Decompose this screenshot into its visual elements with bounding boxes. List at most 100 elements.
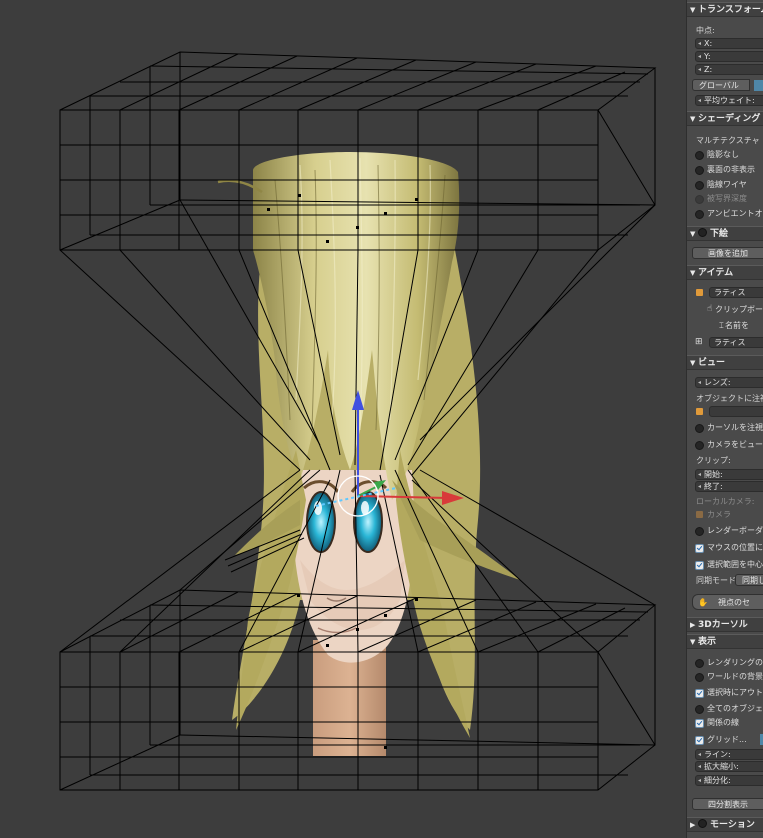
quad-view-button[interactable]: 四分割表示 xyxy=(692,798,763,810)
only-render-row[interactable]: レンダリングのみ xyxy=(687,656,763,669)
chevron-left-icon[interactable]: ◂ xyxy=(698,65,701,75)
data-name-field[interactable]: ラティス xyxy=(709,337,763,348)
shading-mode-row[interactable]: マルチテクスチャ xyxy=(687,134,763,147)
data-name-row[interactable]: ⊞ ラティス xyxy=(687,336,763,349)
viewpoint-button[interactable]: ✋ 視点のセ xyxy=(692,594,763,610)
world-background-label: ワールドの背景 xyxy=(707,672,763,681)
cursor-panel-header[interactable]: ▶ 3Dカーソル xyxy=(687,617,763,632)
collapse-down-icon: ▼ xyxy=(690,359,696,367)
render-border-row[interactable]: レンダーボーダー xyxy=(687,524,763,537)
outline-selected-checkbox[interactable] xyxy=(695,689,704,698)
properties-panel[interactable]: ▼ トランスフォーム 中点: ◂ X: ◂ Y: ◂ Z: グローバル ◂ 平均ウェイト:… xyxy=(686,0,763,838)
median-z-row[interactable]: ◂ Z: xyxy=(687,63,763,76)
render-border-checkbox[interactable] xyxy=(695,527,704,536)
rename-row[interactable]: ⌶ 名前を xyxy=(687,319,763,332)
lock-object-field-row[interactable] xyxy=(687,405,763,418)
local-toggle-button[interactable] xyxy=(754,80,763,91)
rename-label[interactable]: 名前を xyxy=(725,319,749,332)
sync-mode-row[interactable]: 同期モード 同期し xyxy=(687,574,763,587)
rotate-selection-label: 選択範囲を中心 xyxy=(707,560,763,569)
median-z-field[interactable]: ◂ Z: xyxy=(695,64,763,75)
item-panel-header[interactable]: ▼ アイテム xyxy=(687,265,763,280)
backface-culling-checkbox[interactable] xyxy=(695,166,704,175)
view-panel-header[interactable]: ▼ ビュー xyxy=(687,355,763,370)
global-toggle-button[interactable]: グローバル xyxy=(692,79,750,91)
display-panel-header[interactable]: ▼ 表示 xyxy=(687,634,763,649)
chevron-left-icon[interactable]: ◂ xyxy=(698,96,701,106)
relationship-lines-row[interactable]: 関係の線 xyxy=(687,716,763,729)
object-name-field[interactable]: ラティス xyxy=(709,287,763,298)
chevron-left-icon[interactable]: ◂ xyxy=(698,750,701,760)
lock-camera-checkbox[interactable] xyxy=(695,441,704,450)
shadeless-checkbox[interactable] xyxy=(695,151,704,160)
scale-row[interactable]: ◂ 拡大縮小: xyxy=(687,760,763,773)
grid-row[interactable]: グリッド... xyxy=(687,733,763,746)
median-x-field[interactable]: ◂ X: xyxy=(695,38,763,49)
median-x-row[interactable]: ◂ X: xyxy=(687,37,763,50)
add-image-row[interactable]: 画像を追加 xyxy=(687,247,763,260)
outline-selected-label: 選択時にアウトライン xyxy=(707,688,763,697)
add-image-button[interactable]: 画像を追加 xyxy=(692,247,763,259)
all-objects-row[interactable]: 全てのオブジェクト xyxy=(687,702,763,715)
chevron-left-icon[interactable]: ◂ xyxy=(698,52,701,62)
avg-weight-field[interactable]: ◂ 平均ウェイト: xyxy=(695,95,763,106)
subdivisions-row[interactable]: ◂ 細分化: xyxy=(687,774,763,787)
zoom-mouse-row[interactable]: マウスの位置に xyxy=(687,541,763,554)
median-y-row[interactable]: ◂ Y: xyxy=(687,50,763,63)
world-background-row[interactable]: ワールドの背景 xyxy=(687,670,763,683)
orientation-row[interactable]: グローバル xyxy=(687,79,763,92)
relationship-lines-checkbox[interactable] xyxy=(695,719,704,728)
rotate-selection-row[interactable]: 選択範囲を中心 xyxy=(687,558,763,571)
zoom-mouse-checkbox[interactable] xyxy=(695,544,704,553)
shading-mode-select[interactable]: マルチテクスチャ xyxy=(687,136,760,145)
clip-end-row[interactable]: ◂ 終了: xyxy=(687,480,763,493)
outline-selected-row[interactable]: 選択時にアウトライン xyxy=(687,686,763,699)
lock-cursor-checkbox[interactable] xyxy=(695,424,704,433)
only-render-checkbox[interactable] xyxy=(695,659,704,668)
background-images-header[interactable]: ▼ 下絵 xyxy=(687,226,763,241)
clip-start-field[interactable]: ◂ 開始: xyxy=(695,469,763,480)
avg-weight-row[interactable]: ◂ 平均ウェイト: xyxy=(687,94,763,107)
transform-panel-header[interactable]: ▼ トランスフォーム xyxy=(687,2,763,17)
sync-mode-select[interactable]: 同期し xyxy=(735,574,763,586)
quad-view-row[interactable]: 四分割表示 xyxy=(687,798,763,811)
chevron-left-icon[interactable]: ◂ xyxy=(698,482,701,492)
clipboard-row[interactable]: ☝ クリップボード xyxy=(687,303,763,316)
chevron-left-icon[interactable]: ◂ xyxy=(698,470,701,480)
3d-viewport[interactable] xyxy=(0,0,686,838)
lens-field[interactable]: ◂ レンズ: xyxy=(695,377,763,388)
viewport-canvas[interactable] xyxy=(0,0,686,838)
ambient-occlusion-checkbox[interactable] xyxy=(695,210,704,219)
chevron-left-icon[interactable]: ◂ xyxy=(698,378,701,388)
chevron-left-icon[interactable]: ◂ xyxy=(698,39,701,49)
scale-field[interactable]: ◂ 拡大縮小: xyxy=(695,761,763,772)
clip-end-field[interactable]: ◂ 終了: xyxy=(695,481,763,492)
lock-cursor-row[interactable]: カーソルを注視 xyxy=(687,421,763,434)
enable-toggle-icon[interactable] xyxy=(698,819,707,828)
hidden-wire-checkbox[interactable] xyxy=(695,181,704,190)
lock-camera-row[interactable]: カメラをビューに xyxy=(687,438,763,451)
ambient-occlusion-row[interactable]: アンビエントオクルージョン xyxy=(687,207,763,220)
viewpoint-row[interactable]: ✋ 視点のセ xyxy=(687,594,763,612)
backface-culling-row[interactable]: 裏面の非表示 xyxy=(687,163,763,176)
grid-checkbox[interactable] xyxy=(695,736,704,745)
world-background-checkbox[interactable] xyxy=(695,673,704,682)
subdivisions-field[interactable]: ◂ 細分化: xyxy=(695,775,763,786)
chevron-left-icon[interactable]: ◂ xyxy=(698,762,701,772)
lock-object-field[interactable] xyxy=(709,406,763,417)
lines-field[interactable]: ◂ ライン: xyxy=(695,749,763,760)
hand-icon: ✋ xyxy=(698,598,708,607)
median-y-field[interactable]: ◂ Y: xyxy=(695,51,763,62)
rotate-selection-checkbox[interactable] xyxy=(695,561,704,570)
enable-toggle-icon[interactable] xyxy=(698,228,707,237)
local-camera-row: ローカルカメラ: xyxy=(687,495,763,508)
motion-panel-header[interactable]: ▶ モーション xyxy=(687,817,763,832)
hidden-wire-row[interactable]: 陰線ワイヤ xyxy=(687,178,763,191)
shadeless-row[interactable]: 陰影なし xyxy=(687,148,763,161)
chevron-left-icon[interactable]: ◂ xyxy=(698,776,701,786)
clipboard-label[interactable]: クリップボード xyxy=(715,303,763,316)
shading-panel-header[interactable]: ▼ シェーディング xyxy=(687,111,763,126)
object-name-row[interactable]: ラティス xyxy=(687,286,763,299)
lens-row[interactable]: ◂ レンズ: xyxy=(687,376,763,389)
all-objects-checkbox[interactable] xyxy=(695,705,704,714)
